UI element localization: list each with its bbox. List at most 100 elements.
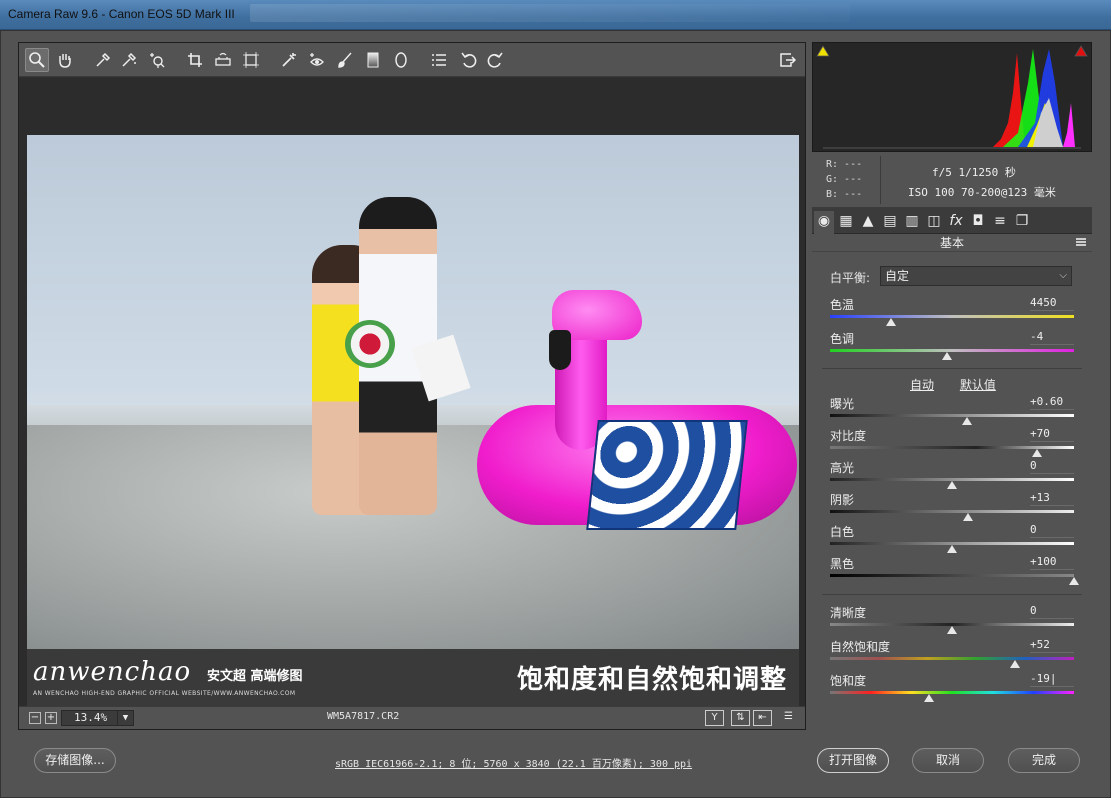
slider-value-input[interactable]: 0 <box>1030 459 1074 474</box>
slider-thumb[interactable] <box>886 318 896 326</box>
auto-link[interactable]: 自动 <box>910 378 934 392</box>
radial-filter-icon[interactable] <box>389 48 413 72</box>
slider-thumb[interactable] <box>1032 449 1043 457</box>
tab-camera-calibration-icon[interactable]: ◘ <box>968 211 988 231</box>
slider-thumb[interactable] <box>962 513 973 521</box>
transform-tool-icon[interactable] <box>239 48 263 72</box>
zoom-tool-icon[interactable] <box>25 48 49 72</box>
auto-default-links: 自动 默认值 <box>910 376 1018 393</box>
targeted-adjustment-icon[interactable] <box>145 48 169 72</box>
tab-tone-curve-icon[interactable]: ▦ <box>836 211 856 231</box>
slider-value-input[interactable]: +52 <box>1030 638 1074 653</box>
preview-canvas[interactable]: anwenchao 安文超 高端修图 AN WENCHAO HIGH-END G… <box>19 78 805 706</box>
readout-divider <box>880 156 881 204</box>
b-readout: B: --- <box>826 189 863 200</box>
zoom-in-button[interactable]: + <box>45 712 57 724</box>
rotate-cw-icon[interactable] <box>483 48 507 72</box>
done-button[interactable]: 完成 <box>1008 748 1080 773</box>
slider-thumb[interactable] <box>1069 577 1079 585</box>
slider-exposure: 曝光 +0.60 <box>830 395 1074 425</box>
watermark-cn-name: 安文超 高端修图 <box>207 669 303 684</box>
tab-split-toning-icon[interactable]: ▥ <box>902 211 922 231</box>
watermark-tagline: AN WENCHAO HIGH-END GRAPHIC OFFICIAL WEB… <box>33 690 296 697</box>
slider-track[interactable] <box>830 691 1074 694</box>
window-title: Camera Raw 9.6 - Canon EOS 5D Mark III <box>8 7 235 21</box>
tab-basic-icon[interactable]: ◉ <box>814 211 834 234</box>
slider-track[interactable] <box>830 574 1074 577</box>
preview-preferences-icon[interactable]: ☰ <box>779 710 798 726</box>
slider-value-input[interactable]: +100 <box>1030 555 1074 570</box>
white-balance-eyedropper-icon[interactable] <box>91 48 115 72</box>
preview-image[interactable] <box>27 135 799 649</box>
panel-menu-icon[interactable] <box>1076 238 1086 246</box>
tab-effects-icon[interactable]: fx <box>946 211 966 231</box>
slider-track[interactable] <box>830 657 1074 660</box>
slider-label: 黑色 <box>830 557 855 571</box>
slider-thumb[interactable] <box>947 481 957 489</box>
readout-panel: R: --- G: --- B: --- f/5 1/1250 秒 ISO 10… <box>812 152 1092 208</box>
default-link[interactable]: 默认值 <box>960 378 996 392</box>
slider-thumb[interactable] <box>947 626 957 634</box>
slider-label: 对比度 <box>830 429 867 443</box>
panel-title-text: 基本 <box>939 236 964 250</box>
aperture-shutter: f/5 1/1250 秒 <box>932 166 1016 179</box>
open-image-button[interactable]: 打开图像 <box>817 748 889 773</box>
slider-label: 饱和度 <box>830 674 867 688</box>
section-divider <box>822 368 1082 369</box>
swap-settings-icon[interactable]: ⇅ <box>731 710 750 726</box>
histogram <box>812 42 1092 152</box>
cancel-button[interactable]: 取消 <box>912 748 984 773</box>
workflow-options-link[interactable]: sRGB IEC61966-2.1; 8 位; 5760 x 3840 (22.… <box>335 755 692 770</box>
g-readout: G: --- <box>826 174 863 185</box>
crop-tool-icon[interactable] <box>183 48 207 72</box>
copy-settings-icon[interactable]: ⇤ <box>753 710 772 726</box>
slider-track[interactable] <box>830 510 1074 513</box>
slider-thumb[interactable] <box>942 352 953 360</box>
slider-track[interactable] <box>830 315 1074 318</box>
slider-track[interactable] <box>830 414 1074 417</box>
titlebar-glass <box>250 4 850 22</box>
zoom-out-button[interactable]: − <box>29 712 41 724</box>
slider-value-input[interactable]: +70 <box>1030 427 1074 442</box>
tool-bar <box>19 43 805 77</box>
photo-flamingo-beak <box>549 330 571 370</box>
slider-thumb[interactable] <box>961 417 972 425</box>
slider-value-input[interactable]: -19| <box>1030 672 1074 687</box>
red-eye-icon[interactable] <box>305 48 329 72</box>
graduated-filter-icon[interactable] <box>361 48 385 72</box>
slider-value-input[interactable]: 4450 <box>1030 296 1074 311</box>
histogram-graph <box>823 49 1081 149</box>
slider-value-input[interactable]: 0 <box>1030 523 1074 538</box>
slider-thumb[interactable] <box>947 545 957 553</box>
spot-removal-icon[interactable] <box>277 48 301 72</box>
slider-label: 高光 <box>830 461 855 475</box>
zoom-level-select[interactable]: 13.4% ▼ <box>61 710 134 726</box>
hand-tool-icon[interactable] <box>53 48 77 72</box>
preferences-icon[interactable] <box>427 48 451 72</box>
tab-hsl-icon[interactable]: ▤ <box>880 211 900 231</box>
slider-value-input[interactable]: -4 <box>1030 330 1074 345</box>
tab-presets-icon[interactable]: ≡ <box>990 211 1010 231</box>
color-sampler-icon[interactable] <box>117 48 141 72</box>
slider-label: 阴影 <box>830 493 855 507</box>
tab-snapshots-icon[interactable]: ❐ <box>1012 211 1032 231</box>
straighten-tool-icon[interactable] <box>211 48 235 72</box>
watermark-band: anwenchao 安文超 高端修图 AN WENCHAO HIGH-END G… <box>27 649 799 706</box>
tab-lens-corrections-icon[interactable]: ◫ <box>924 211 944 231</box>
slider-value-input[interactable]: 0 <box>1030 604 1074 619</box>
slider-value-input[interactable]: +0.60 <box>1030 395 1074 410</box>
slider-value-input[interactable]: +13 <box>1030 491 1074 506</box>
watermark-logo: anwenchao <box>33 657 192 687</box>
before-after-y-button[interactable]: Y <box>705 710 724 726</box>
slider-thumb[interactable] <box>923 694 934 702</box>
section-divider <box>822 594 1082 595</box>
fullscreen-toggle-icon[interactable] <box>775 48 799 72</box>
rotate-ccw-icon[interactable] <box>457 48 481 72</box>
adjustment-brush-icon[interactable] <box>333 48 357 72</box>
white-balance-select[interactable]: 自定 ⌵ <box>880 266 1072 286</box>
tab-detail-icon[interactable]: ▲ <box>858 211 878 231</box>
slider-label: 曝光 <box>830 397 855 411</box>
window-titlebar: Camera Raw 9.6 - Canon EOS 5D Mark III <box>0 0 1111 30</box>
save-image-button[interactable]: 存储图像... <box>34 748 116 773</box>
slider-thumb[interactable] <box>1010 660 1021 668</box>
